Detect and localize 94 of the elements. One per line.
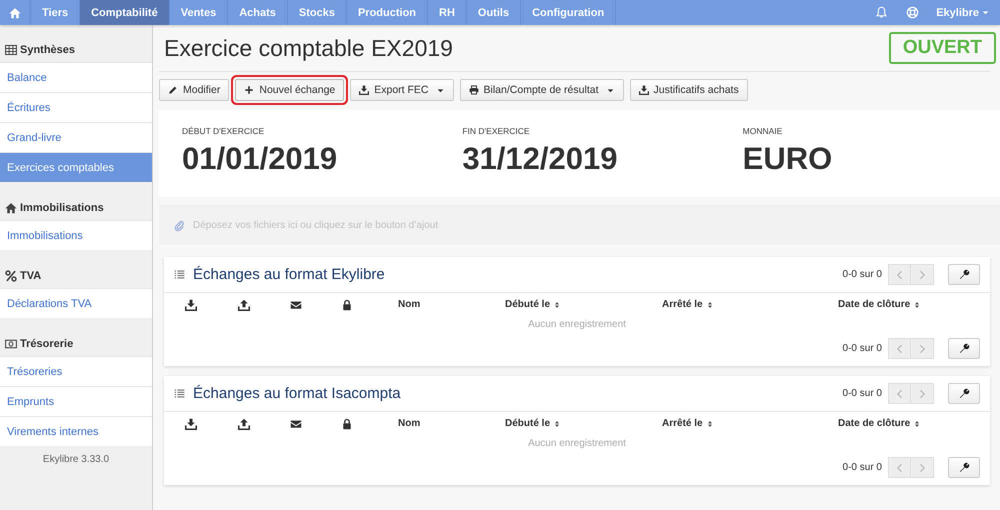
pagination-info: 0-0 sur 0 [842, 462, 882, 473]
field-value: 01/01/2019 [182, 141, 338, 177]
previous-page-button[interactable] [888, 264, 911, 285]
field-value: 31/12/2019 [462, 141, 618, 177]
chevron-left-icon [894, 344, 904, 354]
chevron-right-icon [917, 344, 927, 354]
envelope-icon [290, 418, 302, 430]
settings-button[interactable] [948, 338, 980, 359]
settings-button[interactable] [948, 383, 980, 404]
nav-tab[interactable]: Production [346, 0, 428, 25]
field-label: DÉBUT D'EXERCICE [182, 126, 266, 136]
column-header[interactable]: Arrêté le [662, 299, 838, 310]
next-page-button[interactable] [911, 338, 934, 359]
chevron-right-icon [917, 462, 927, 472]
user-menu[interactable]: Ekylibre [928, 0, 1000, 25]
nav-tab[interactable]: Ventes [170, 0, 228, 25]
next-page-button[interactable] [911, 383, 934, 404]
download-icon [185, 298, 197, 310]
sidebar-item[interactable]: Emprunts [0, 386, 152, 416]
sidebar-item[interactable]: Déclarations TVA [0, 288, 152, 318]
nav-tab[interactable]: Stocks [288, 0, 347, 25]
column-header[interactable]: Débuté le [505, 299, 662, 310]
nav-tab[interactable]: Achats [228, 0, 288, 25]
lifebuoy-icon [906, 6, 920, 19]
toolbar-button[interactable]: Justificatifs achats [630, 79, 748, 101]
sidebar-item[interactable]: Écritures [0, 92, 152, 122]
download-icon [638, 85, 648, 95]
section-heading: TVA [20, 270, 42, 282]
toolbar-button[interactable]: Export FEC [350, 79, 454, 101]
home-icon [9, 6, 21, 18]
column-header[interactable]: Nom [371, 418, 505, 429]
previous-page-button[interactable] [888, 338, 911, 359]
next-page-button[interactable] [911, 457, 934, 478]
paperclip-icon [174, 220, 185, 230]
sidebar-item[interactable]: Exercices comptables [0, 152, 152, 182]
nav-tab[interactable]: RH [428, 0, 467, 25]
lock-icon [341, 418, 353, 430]
settings-button[interactable] [948, 264, 980, 285]
download-icon [359, 85, 370, 95]
sidebar-item[interactable]: Trésoreries [0, 356, 152, 386]
envelope-icon [290, 298, 302, 310]
list-icon [174, 269, 185, 280]
empty-message: Aucun enregistrement [527, 437, 627, 451]
field-label: MONNAIE [742, 126, 784, 136]
upload-icon [238, 298, 250, 310]
toolbar-button[interactable]: Modifier [159, 79, 230, 101]
panel-title: Échanges au format Ekylibre [193, 266, 385, 283]
plus-icon [244, 85, 254, 95]
nav-tab[interactable]: Configuration [521, 0, 616, 25]
status-badge: OUVERT [888, 32, 996, 64]
chevron-left-icon [894, 270, 904, 280]
sidebar-item[interactable]: Immobilisations [0, 220, 152, 250]
chevron-right-icon [917, 270, 927, 280]
lock-icon [341, 298, 353, 310]
pagination-info: 0-0 sur 0 [842, 343, 882, 354]
table-icon [5, 44, 17, 56]
version-label: Ekylibre 3.33.0 [42, 453, 110, 465]
chevron-left-icon [894, 462, 904, 472]
next-page-button[interactable] [911, 264, 934, 285]
panel-title: Échanges au format Isacompta [193, 385, 401, 402]
list-icon [174, 388, 185, 399]
section-heading: Immobilisations [20, 202, 104, 214]
chevron-right-icon [917, 388, 927, 398]
bell-icon [875, 6, 888, 19]
column-header[interactable]: Nom [371, 299, 505, 310]
download-icon [185, 418, 197, 430]
previous-page-button[interactable] [888, 457, 911, 478]
sidebar-item[interactable]: Balance [0, 62, 152, 92]
pagination-info: 0-0 sur 0 [842, 388, 882, 399]
chevron-left-icon [894, 388, 904, 398]
field-label: FIN D'EXERCICE [462, 126, 531, 136]
column-header[interactable]: Arrêté le [662, 418, 838, 429]
home-icon [5, 202, 17, 214]
column-header[interactable]: Date de clôture [838, 299, 990, 310]
toolbar-button[interactable]: Bilan/Compte de résultat [460, 79, 624, 101]
pencil-icon [168, 85, 178, 95]
empty-message: Aucun enregistrement [527, 318, 627, 332]
column-header[interactable]: Débuté le [505, 418, 662, 429]
section-heading: Synthèses [20, 44, 76, 56]
page-title: Exercice comptable EX2019 [164, 34, 453, 62]
percent-icon [5, 270, 17, 282]
nav-tab[interactable]: Outils [466, 0, 522, 25]
pagination-info: 0-0 sur 0 [842, 269, 882, 280]
settings-button[interactable] [948, 457, 980, 478]
sidebar-item[interactable]: Grand-livre [0, 122, 152, 152]
column-header[interactable]: Date de clôture [838, 418, 990, 429]
upload-icon [238, 418, 250, 430]
field-value: EURO [742, 141, 834, 177]
nav-tab[interactable]: Comptabilité [80, 0, 170, 25]
printer-icon [468, 85, 479, 95]
section-heading: Trésorerie [20, 338, 74, 350]
sidebar-item[interactable]: Virements internes [0, 416, 152, 446]
banknote-icon [5, 338, 17, 350]
previous-page-button[interactable] [888, 383, 911, 404]
